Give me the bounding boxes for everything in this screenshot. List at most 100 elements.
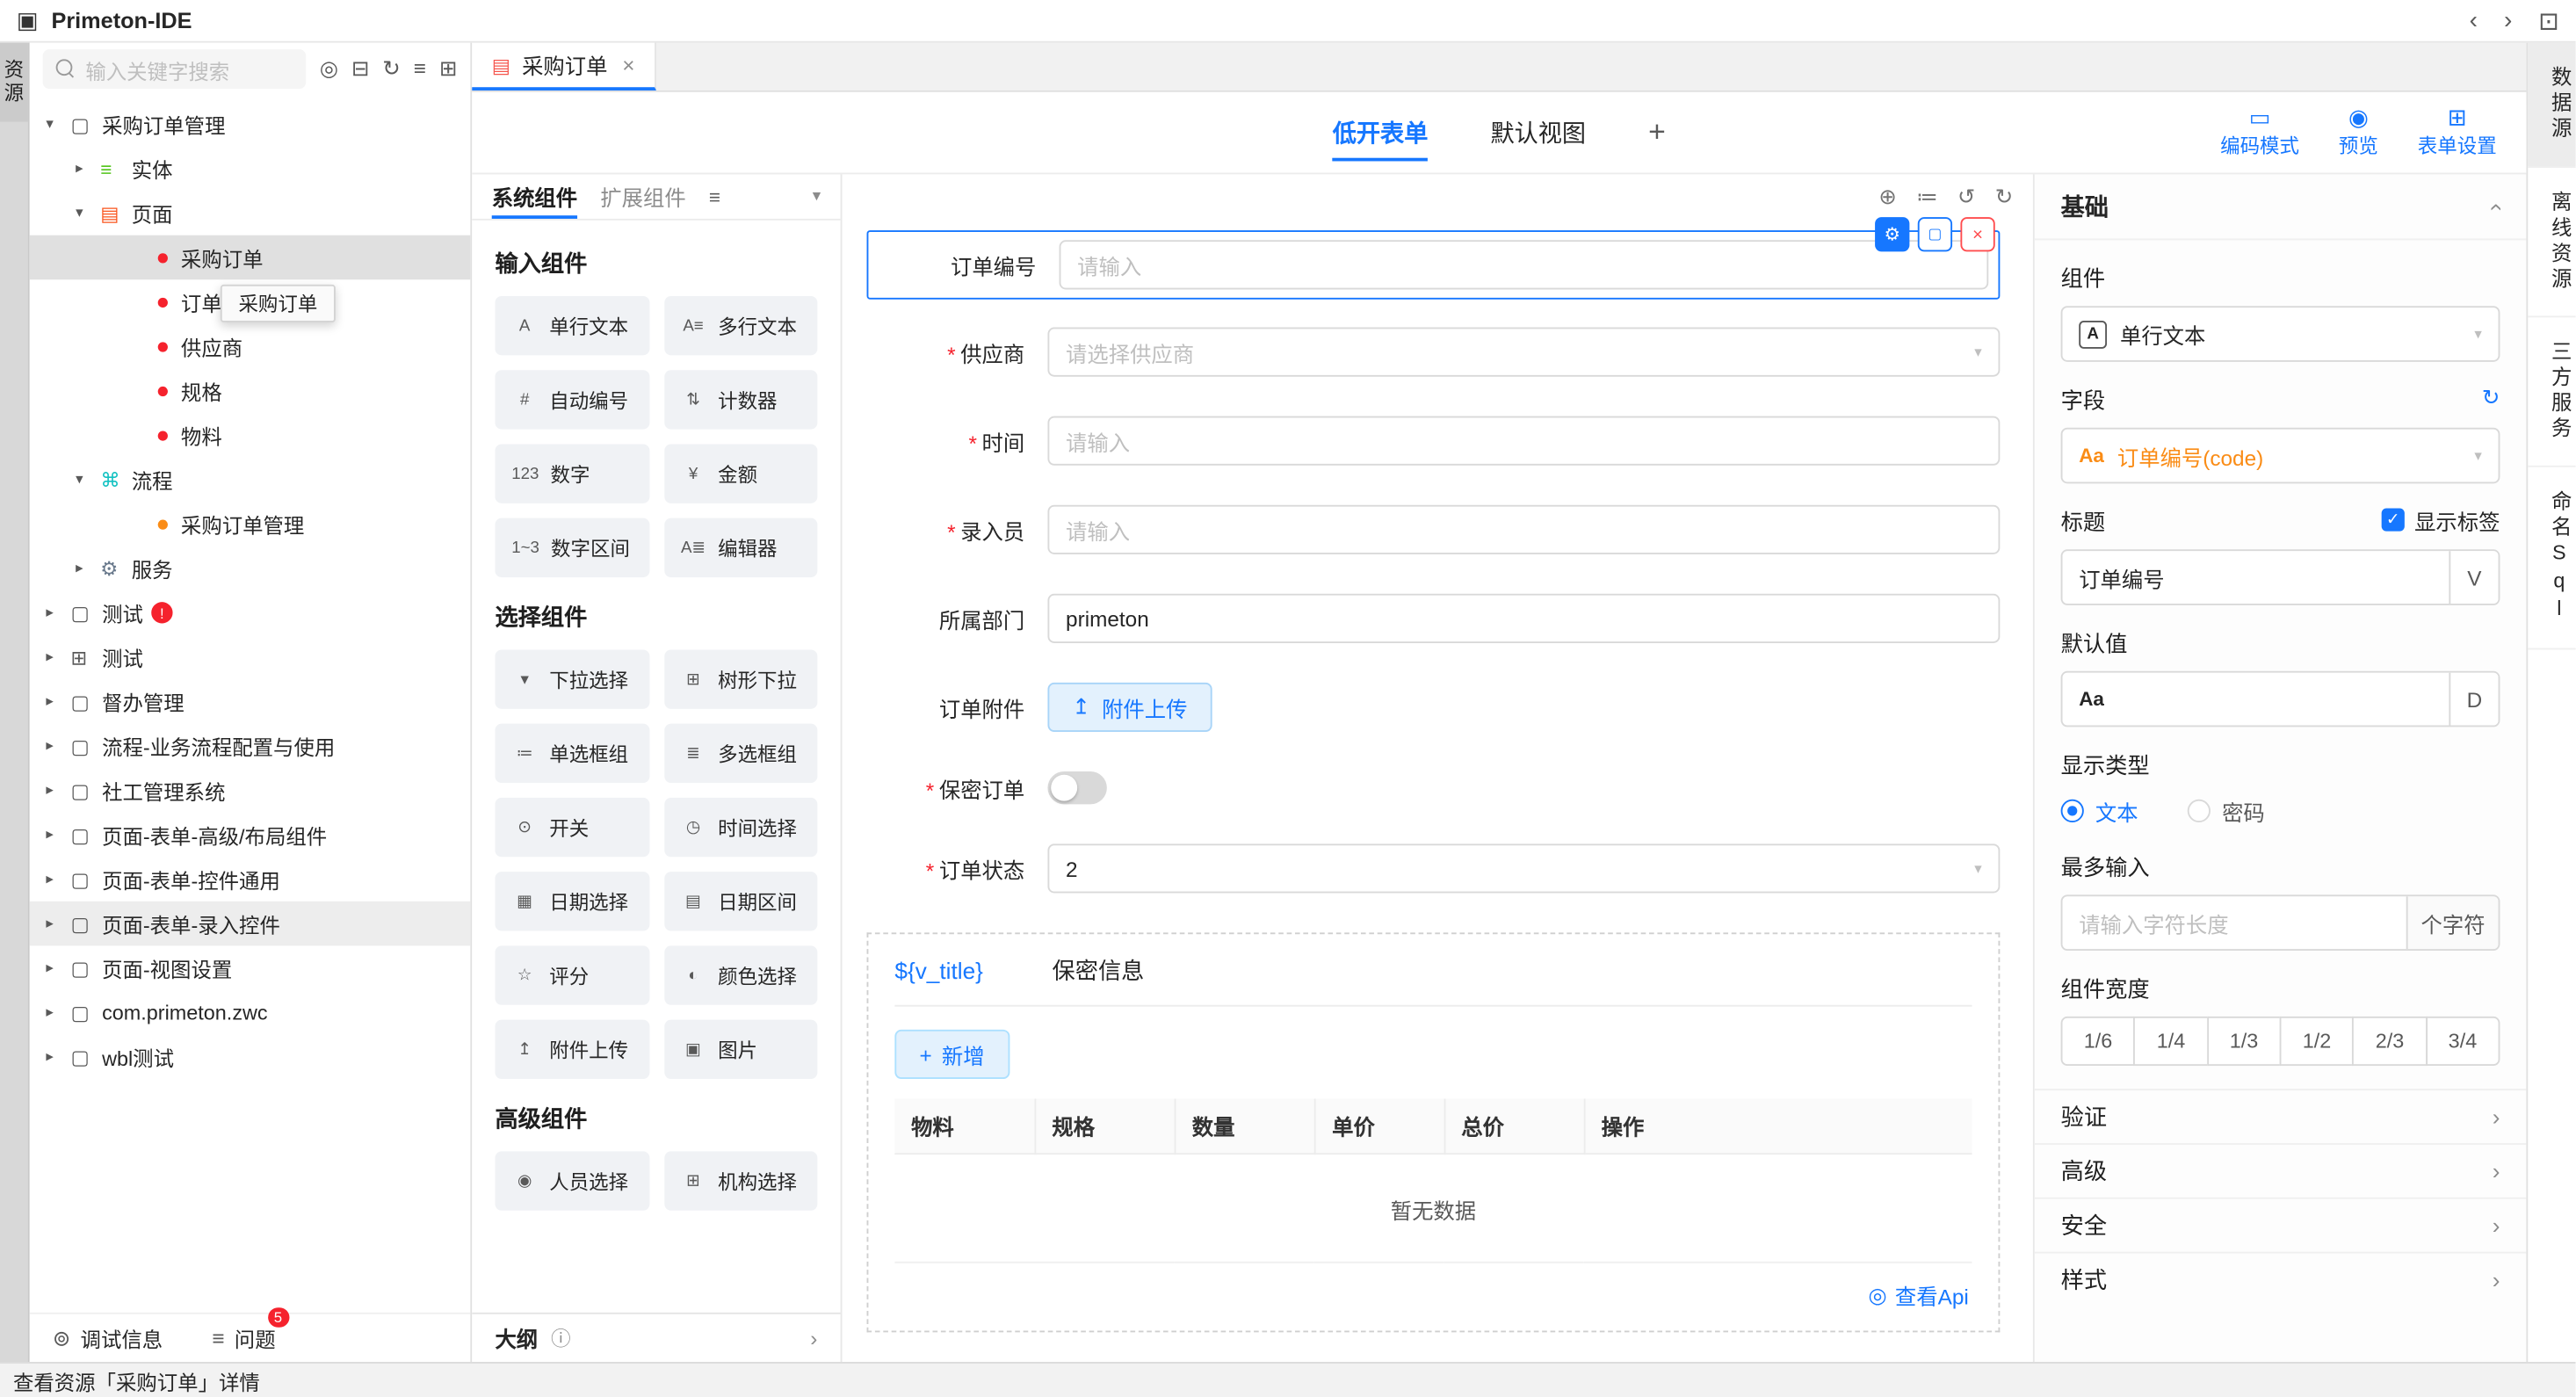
props-section-collapsed[interactable]: 安全› (2035, 1198, 2527, 1252)
refresh-icon[interactable]: ↻ (382, 56, 400, 83)
tree-item[interactable]: ▾⌘流程 (30, 457, 471, 502)
palette-item[interactable]: ◐颜色选择 (663, 945, 817, 1004)
title-variable-button[interactable]: V (2449, 551, 2498, 604)
tree-item[interactable]: ▾▤页面 (30, 191, 471, 235)
palette-item[interactable]: A≣编辑器 (663, 518, 817, 577)
tree-item[interactable]: ▸▢页面-视图设置 (30, 945, 471, 990)
view-tab[interactable]: 低开表单 (1333, 92, 1429, 173)
view-tab[interactable]: 默认视图 (1490, 92, 1586, 173)
tree-item[interactable]: ▸≡实体 (30, 147, 471, 192)
palette-tab[interactable]: 扩展组件 (600, 174, 685, 219)
tree-item[interactable]: ▸▢wbl测试 (30, 1034, 471, 1079)
palette-item[interactable]: ☆评分 (495, 945, 648, 1004)
expand-closed-icon[interactable]: ▸ (46, 1047, 70, 1066)
tree-item[interactable]: ▸▢页面-表单-录入控件 (30, 901, 471, 946)
globe-icon[interactable]: ⊕ (1878, 185, 1896, 211)
expand-closed-icon[interactable]: ▸ (46, 781, 70, 800)
text-input[interactable]: primeton (1047, 594, 2000, 643)
debug-info-button[interactable]: ⊚ 调试信息 (53, 1322, 163, 1354)
width-option[interactable]: 1/2 (2280, 1017, 2355, 1066)
expand-open-icon[interactable]: ▾ (76, 204, 100, 222)
palette-item[interactable]: ≔单选框组 (495, 724, 648, 783)
form-canvas[interactable]: ⊕ ≔ ↺ ↻ 订单编号请输入⚙▢×*供应商请选择供应商▾*时间请输入*录入员请… (842, 174, 2032, 1362)
sort-icon[interactable]: ≡ (414, 56, 426, 83)
nav-forward-icon[interactable]: › (2504, 6, 2512, 34)
form-field-row[interactable]: *订单状态2▾ (867, 843, 2001, 893)
view-api-link[interactable]: ◎ 查看Api (894, 1263, 1972, 1318)
form-field-row[interactable]: *录入员请输入 (867, 505, 2001, 554)
props-section-basic[interactable]: 基础 › (2035, 174, 2527, 240)
palette-item[interactable]: 123数字 (495, 444, 648, 503)
subform-tab[interactable]: ${v_title} (894, 957, 983, 983)
right-tab[interactable]: 三方服务 (2528, 316, 2575, 466)
tree-item[interactable]: ▸▢页面-表单-高级/布局组件 (30, 813, 471, 858)
form-field-row[interactable]: 所属部门primeton (867, 594, 2001, 643)
tree-item[interactable]: ▸▢督办管理 (30, 679, 471, 724)
default-dynamic-button[interactable]: D (2449, 673, 2498, 726)
resources-tab[interactable]: 资源 (0, 43, 28, 122)
title-input[interactable]: 订单编号 (2062, 551, 2449, 604)
palette-item[interactable]: ◷时间选择 (663, 798, 817, 857)
save-icon[interactable]: ⊡ (2538, 6, 2559, 36)
expand-closed-icon[interactable]: ▸ (76, 559, 100, 577)
tree-item[interactable]: 采购订单 (30, 235, 471, 280)
tree-item[interactable]: 规格 (30, 368, 471, 413)
expand-closed-icon[interactable]: ▸ (46, 604, 70, 622)
text-input[interactable]: 请输入 (1047, 505, 2000, 554)
palette-menu-icon[interactable]: ≡ (709, 185, 720, 208)
palette-item[interactable]: ▤日期区间 (663, 872, 817, 930)
width-option[interactable]: 1/4 (2134, 1017, 2209, 1066)
upload-button[interactable]: ↥附件上传 (1047, 683, 1212, 732)
palette-item[interactable]: A单行文本 (495, 296, 648, 355)
preview-button[interactable]: ◉预览 (2339, 105, 2378, 160)
text-input[interactable]: 请输入 (1047, 416, 2000, 466)
palette-item[interactable]: ◉人员选择 (495, 1151, 648, 1210)
outline-list-icon[interactable]: ≔ (1916, 185, 1937, 211)
toggle-switch[interactable] (1047, 771, 1106, 804)
expand-closed-icon[interactable]: ▸ (46, 1003, 70, 1022)
width-option[interactable]: 2/3 (2353, 1017, 2428, 1066)
form-field-row[interactable]: 订单附件↥附件上传 (867, 683, 2001, 732)
width-option[interactable]: 3/4 (2426, 1017, 2500, 1066)
props-section-collapsed[interactable]: 验证› (2035, 1089, 2527, 1143)
expand-closed-icon[interactable]: ▸ (46, 870, 70, 888)
palette-item[interactable]: #自动编号 (495, 370, 648, 429)
right-tab[interactable]: 离线资源 (2528, 167, 2575, 316)
max-input-field[interactable]: 请输入字符长度 (2062, 896, 2406, 949)
form-field-row[interactable]: 订单编号请输入⚙▢× (867, 230, 2001, 300)
palette-item[interactable]: ≣多选框组 (663, 724, 817, 783)
collapse-all-icon[interactable]: ⊟ (351, 56, 369, 83)
add-row-button[interactable]: + 新增 (894, 1030, 1009, 1079)
add-view-button[interactable]: + (1648, 92, 1666, 173)
locate-icon[interactable]: ◎ (320, 56, 338, 83)
palette-item[interactable]: ▣图片 (663, 1020, 817, 1079)
tree-item[interactable]: ▸▢社工管理系统 (30, 768, 471, 813)
palette-item[interactable]: ▦日期选择 (495, 872, 648, 930)
text-input[interactable]: 请输入 (1060, 240, 1989, 289)
select-input[interactable]: 2▾ (1047, 843, 2000, 893)
tree-item[interactable]: ▸▢流程-业务流程配置与使用 (30, 724, 471, 769)
expand-closed-icon[interactable]: ▸ (76, 160, 100, 178)
tree-item[interactable]: 供应商 (30, 324, 471, 369)
close-tab-icon[interactable]: × (622, 53, 634, 77)
panel-toggle-icon[interactable]: ⊞ (439, 56, 457, 83)
palette-item[interactable]: ⊙开关 (495, 798, 648, 857)
expand-open-icon[interactable]: ▾ (76, 470, 100, 489)
display-type-radio[interactable]: 密码 (2188, 795, 2265, 827)
tree-item[interactable]: 采购订单管理 (30, 502, 471, 546)
field-refresh-icon[interactable]: ↻ (2482, 385, 2500, 411)
copy-chip[interactable]: ▢ (1918, 217, 1952, 251)
expand-closed-icon[interactable]: ▸ (46, 915, 70, 933)
tree-item[interactable]: ▸⚙服务 (30, 546, 471, 591)
form-field-row[interactable]: *供应商请选择供应商▾ (867, 328, 2001, 377)
expand-closed-icon[interactable]: ▸ (46, 692, 70, 711)
tree-item[interactable]: ▸▢页面-表单-控件通用 (30, 857, 471, 901)
delete-chip[interactable]: × (1960, 217, 1994, 251)
tree-item[interactable]: ▸▢测试! (30, 590, 471, 635)
expand-closed-icon[interactable]: ▸ (46, 648, 70, 667)
show-label-checkbox[interactable]: ✓ 显示标签 (2382, 504, 2500, 536)
palette-collapse-icon[interactable]: ▾ (813, 187, 821, 206)
palette-item[interactable]: A≡多行文本 (663, 296, 817, 355)
code-mode-button[interactable]: ▭编码模式 (2220, 105, 2299, 160)
width-option[interactable]: 1/6 (2061, 1017, 2136, 1066)
